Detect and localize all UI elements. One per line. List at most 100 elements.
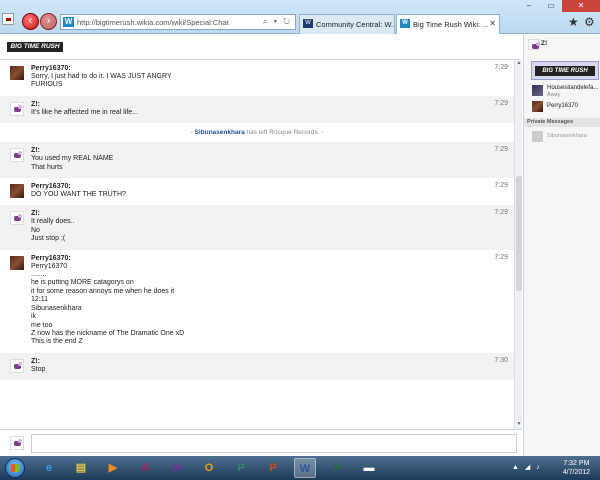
chat-page: BIG TIME RUSH Perry16370: 7:29 Sorry, I ju… [0,35,600,456]
user-avatar[interactable] [10,211,24,226]
user-avatar[interactable] [10,148,24,163]
file-explorer-icon[interactable]: ▤ [70,458,92,478]
message-text: FURIOUS [31,81,63,89]
room-header[interactable]: BIG TIME RUSH [531,61,599,80]
onenote-icon[interactable]: N [166,458,188,478]
tab-site-icon: W [303,19,313,28]
media-player-icon[interactable]: ▶ [102,458,124,478]
chat-message: Z!: 7:29 You used my REAL NAME That hurts [0,142,514,179]
message-time: 7:29 [494,99,508,107]
chat-message: Z!: 7:29 It really does.. No Just stop ;( [0,205,514,250]
tray-icons[interactable]: ▲ ◢ ♪ [512,463,542,471]
message-text: It's like he affected me in real life... [31,108,139,116]
wikia-site-icon: W [63,17,74,27]
clock[interactable]: 7:32 PM 4/7/2012 [563,459,590,477]
user-avatar [532,131,543,142]
room-logo: BIG TIME RUSH [535,66,595,76]
chat-message: Perry16370: 7:29 Perry16370........ he is p… [0,250,514,353]
tab-site-icon: W [400,19,410,28]
message-text: Stop [31,365,46,373]
user-avatar[interactable] [10,358,24,373]
message-text: It really does.. [31,218,75,226]
tab-big-time-rush[interactable]: W Big Time Rush Wiki: ... ✕ [396,14,500,34]
outlook-icon[interactable]: O [198,458,220,478]
favorites-star-icon[interactable]: ★ [568,15,579,29]
publisher-icon[interactable]: P [230,458,252,478]
message-username[interactable]: Perry16370: [31,182,484,191]
address-controls[interactable]: ⌕ ▾ ↻ [263,17,292,27]
internet-explorer-icon[interactable]: e [38,458,60,478]
message-time: 7:29 [494,64,508,71]
message-text: Just stop ;( [31,235,66,243]
gear-icon[interactable]: ⚙ [584,15,595,29]
event-user[interactable]: Sibunasenkhara [194,129,244,136]
powerpoint-icon[interactable]: P [262,458,284,478]
user-avatar [10,436,24,450]
user-status: Away [547,92,561,98]
message-text: This is the end Z [31,338,83,346]
message-username[interactable]: Z!: [31,100,484,109]
chat-scrollbar[interactable]: ▲ ▼ [514,60,522,429]
clock-date: 4/7/2012 [562,469,590,476]
message-username[interactable]: Perry16370: [31,64,484,73]
message-text: ........ [31,271,47,279]
wiki-logo[interactable]: BIG TIME RUSH [7,42,63,52]
chat-message: Z!: 7:30 Stop [0,352,514,381]
chat-log[interactable]: Perry16370: 7:29 Sorry, I just had to do i… [0,60,514,429]
minimize-button[interactable]: – [518,0,540,12]
maximize-button[interactable]: ▭ [540,0,562,12]
address-bar[interactable]: W http://bigtimerush.wikia.com/wiki/Spec… [60,14,296,30]
user-avatar[interactable] [10,255,24,270]
scroll-down-icon[interactable]: ▼ [515,421,523,429]
message-text: DO YOU WANT THE TRUTH? [31,191,126,199]
message-username[interactable]: Z!: [31,357,484,366]
message-text: he is putting MORE catagorys on [31,279,134,287]
user-name: Perry16370 [547,103,579,109]
scroll-thumb[interactable] [516,176,522,291]
user-avatar[interactable] [10,184,24,199]
chat-window-icon[interactable]: ▬ [358,458,380,478]
user-avatar [528,39,540,50]
message-input[interactable] [31,434,517,453]
message-text: Perry16370 [31,262,68,270]
taskbar: e ▤ ▶ A N O P P W X ▬ ▲ ◢ ♪ 7:32 PM 4/7/2012 [0,456,600,480]
message-text: Z now has the nickname of The Dramatic O… [31,329,185,337]
back-button[interactable]: ‹ [22,13,39,30]
event-text: has left Rocque Records. [246,129,320,137]
user-avatar[interactable] [10,101,24,116]
forward-button[interactable]: › [40,13,57,30]
message-composer [0,429,522,456]
excel-icon[interactable]: X [326,458,348,478]
message-username[interactable]: Z!: [31,146,484,155]
message-time: 7:29 [494,182,508,190]
page-icon [2,13,14,25]
message-text: 12:11 [31,296,48,304]
browser-chrome: ‹ › W http://bigtimerush.wikia.com/wiki/… [0,0,600,34]
message-text: me too [31,321,53,329]
chat-message: Perry16370: 7:29 DO YOU WANT THE TRUTH? [0,178,514,205]
tab-label: Community Central: W... [316,20,395,29]
user-avatar[interactable] [10,66,24,80]
message-username[interactable]: Perry16370: [31,254,484,263]
chat-event: - Sibunasenkhara has left Rocque Records… [190,129,324,137]
current-user-name: Z! [541,40,548,47]
message-text: Sorry, I just had to do it. I WAS JUST A… [31,73,172,80]
tab-close-icon[interactable]: ✕ [489,19,496,28]
close-button[interactable]: ✕ [562,0,600,12]
message-text: That hurts [31,163,63,171]
tab-community-central[interactable]: W Community Central: W... [299,14,395,34]
scroll-up-icon[interactable]: ▲ [515,60,523,68]
user-avatar [532,85,543,96]
tab-label: Big Time Rush Wiki: ... [413,20,489,29]
message-text: You used my REAL NAME [31,155,114,163]
current-user[interactable]: Z! [524,35,600,57]
url-text[interactable]: http://bigtimerush.wikia.com/wiki/Specia… [77,18,229,27]
system-tray: ▲ ◢ ♪ 7:32 PM 4/7/2012 [510,456,600,480]
word-icon[interactable]: W [294,458,316,478]
user-avatar [532,101,543,112]
message-time: 7:29 [494,253,508,261]
message-username[interactable]: Z!: [31,209,484,218]
message-time: 7:29 [494,146,508,154]
start-button[interactable] [5,458,25,478]
access-icon[interactable]: A [134,458,156,478]
